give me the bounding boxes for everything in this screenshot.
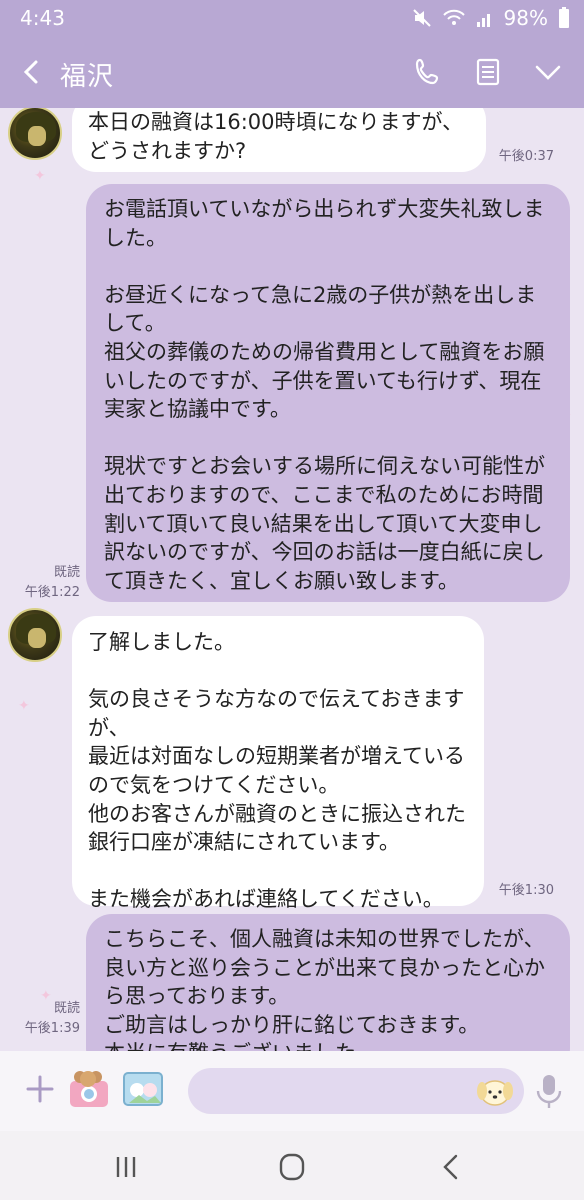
avatar[interactable] [8, 108, 62, 160]
message-input-bar [0, 1051, 584, 1131]
microphone-icon[interactable] [532, 1071, 566, 1111]
status-bar: 4:43 98% [0, 0, 584, 36]
puppy-sticker-icon[interactable] [476, 1075, 514, 1107]
home-icon[interactable] [272, 1149, 312, 1185]
read-status: 既読 [53, 565, 80, 580]
battery-icon [558, 7, 570, 29]
message-bubble-outgoing[interactable]: こちらこそ、個人融資は未知の世界でしたが、良い方と巡り会うことが出来て良かったと… [86, 914, 570, 1051]
notes-icon[interactable] [470, 54, 506, 90]
chat-title[interactable]: 福沢 [60, 56, 114, 93]
plus-icon[interactable] [20, 1069, 60, 1109]
recent-apps-icon[interactable] [106, 1149, 146, 1185]
avatar[interactable] [8, 608, 62, 662]
wifi-icon [442, 8, 466, 28]
message-time: 午後0:37 [498, 149, 554, 164]
message-time: 午後1:39 [24, 1021, 80, 1036]
chat-area[interactable]: ✦ ✦ ✦ ✦ ✦ 本日の融資は16:00時頃になりますが、どうされますか? 午… [0, 108, 584, 1051]
message-bubble-incoming[interactable]: 本日の融資は16:00時頃になりますが、どうされますか? [72, 108, 486, 172]
back-arrow-icon[interactable] [14, 54, 50, 90]
star-decoration: ✦ [18, 698, 30, 714]
system-nav-bar [0, 1131, 584, 1200]
battery-percent: 98% [503, 6, 548, 30]
message-input[interactable] [188, 1068, 524, 1114]
message-bubble-incoming[interactable]: 了解しました。 気の良さそうな方なので伝えておきますが、 最近は対面なしの短期業… [72, 616, 484, 911]
message-time: 午後1:30 [498, 883, 554, 898]
read-status: 既読 [53, 1001, 80, 1016]
star-decoration: ✦ [34, 168, 46, 184]
phone-icon[interactable] [410, 54, 446, 90]
chat-header: 福沢 [0, 36, 584, 108]
signal-icon [476, 8, 494, 28]
chevron-down-icon[interactable] [530, 54, 566, 90]
camera-sticker-icon[interactable] [66, 1067, 112, 1111]
gallery-sticker-icon[interactable] [120, 1067, 166, 1111]
message-time: 午後1:22 [24, 585, 80, 600]
back-icon[interactable] [432, 1149, 472, 1185]
message-bubble-outgoing[interactable]: お電話頂いていながら出られず大変失礼致しました。 お昼近くになって急に2歳の子供… [86, 184, 570, 602]
status-time: 4:43 [20, 6, 65, 30]
mute-icon [412, 8, 432, 28]
